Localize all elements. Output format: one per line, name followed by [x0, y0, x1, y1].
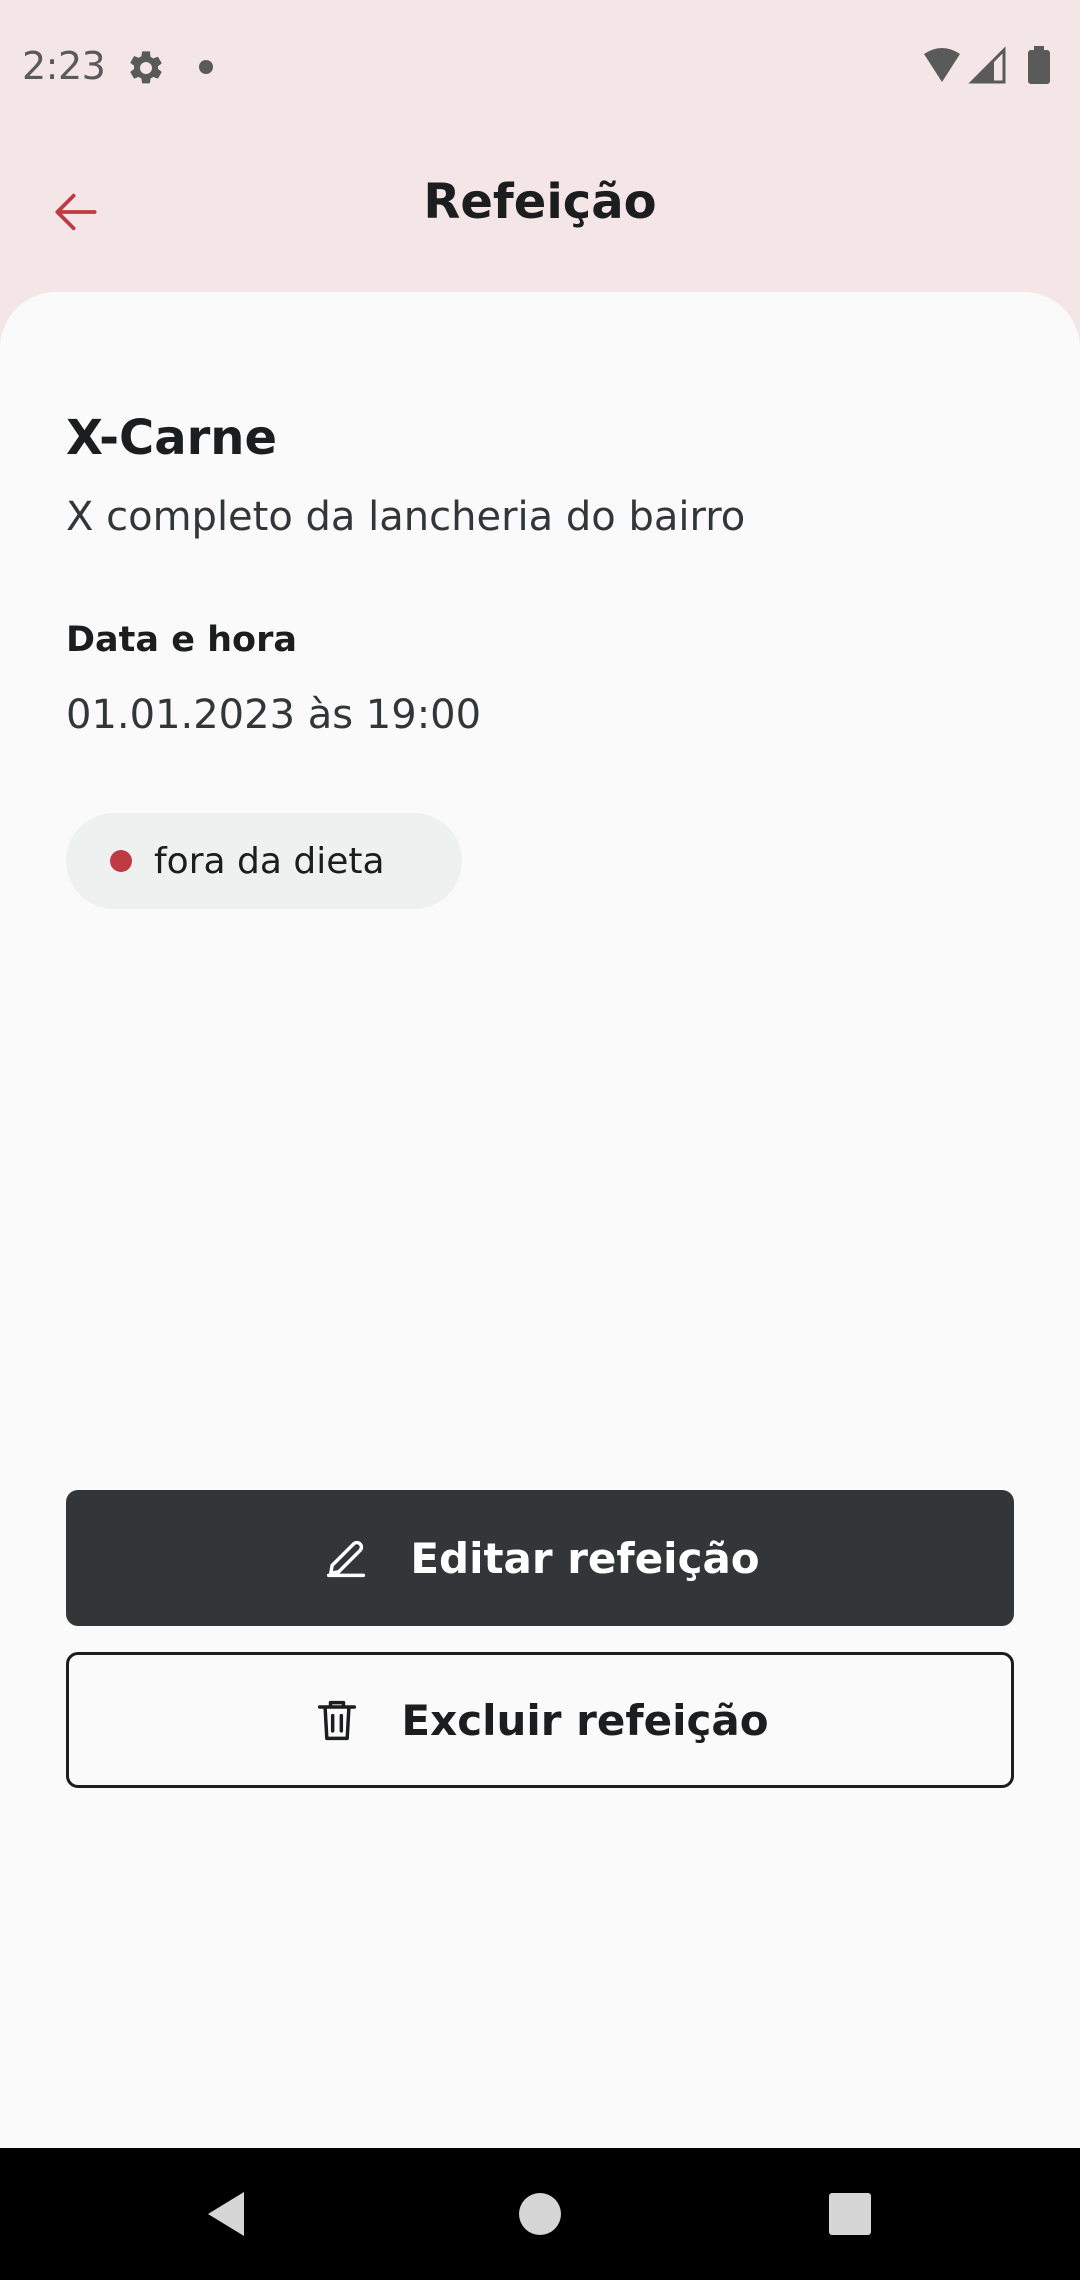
diet-status-label: fora da dieta: [154, 840, 385, 882]
datetime-label: Data e hora: [66, 620, 297, 660]
edit-meal-button[interactable]: Editar refeição: [66, 1490, 1014, 1626]
delete-meal-label: Excluir refeição: [401, 1695, 769, 1745]
pencil-icon: [320, 1532, 372, 1584]
status-dot-icon: [110, 850, 132, 872]
nav-back-button[interactable]: [194, 2182, 258, 2246]
status-bar: 2:23: [0, 0, 1080, 136]
signal-icon: [968, 46, 1006, 84]
meal-details: X-Carne X completo da lancheria do bairr…: [0, 292, 1080, 2148]
trash-icon: [311, 1694, 363, 1746]
system-nav-bar: [0, 2148, 1080, 2280]
app-header: Refeição: [0, 136, 1080, 292]
datetime-value: 01.01.2023 às 19:00: [66, 692, 482, 738]
edit-meal-label: Editar refeição: [410, 1533, 760, 1583]
page-title: Refeição: [423, 174, 657, 230]
delete-meal-button[interactable]: Excluir refeição: [66, 1652, 1014, 1788]
nav-recents-button[interactable]: [818, 2182, 882, 2246]
nav-recents-icon: [829, 2193, 871, 2235]
nav-home-button[interactable]: [508, 2182, 572, 2246]
wifi-icon: [924, 48, 960, 82]
diet-status-tag: fora da dieta: [66, 813, 462, 909]
status-indicators: [924, 46, 1050, 84]
meal-name: X-Carne: [66, 410, 278, 466]
status-time: 2:23: [22, 44, 106, 88]
notification-dot-icon: [199, 60, 213, 74]
gear-icon: [126, 48, 166, 88]
nav-back-icon: [208, 2192, 244, 2236]
nav-home-icon: [519, 2193, 561, 2235]
meal-description: X completo da lancheria do bairro: [66, 494, 746, 540]
battery-icon: [1028, 46, 1050, 84]
